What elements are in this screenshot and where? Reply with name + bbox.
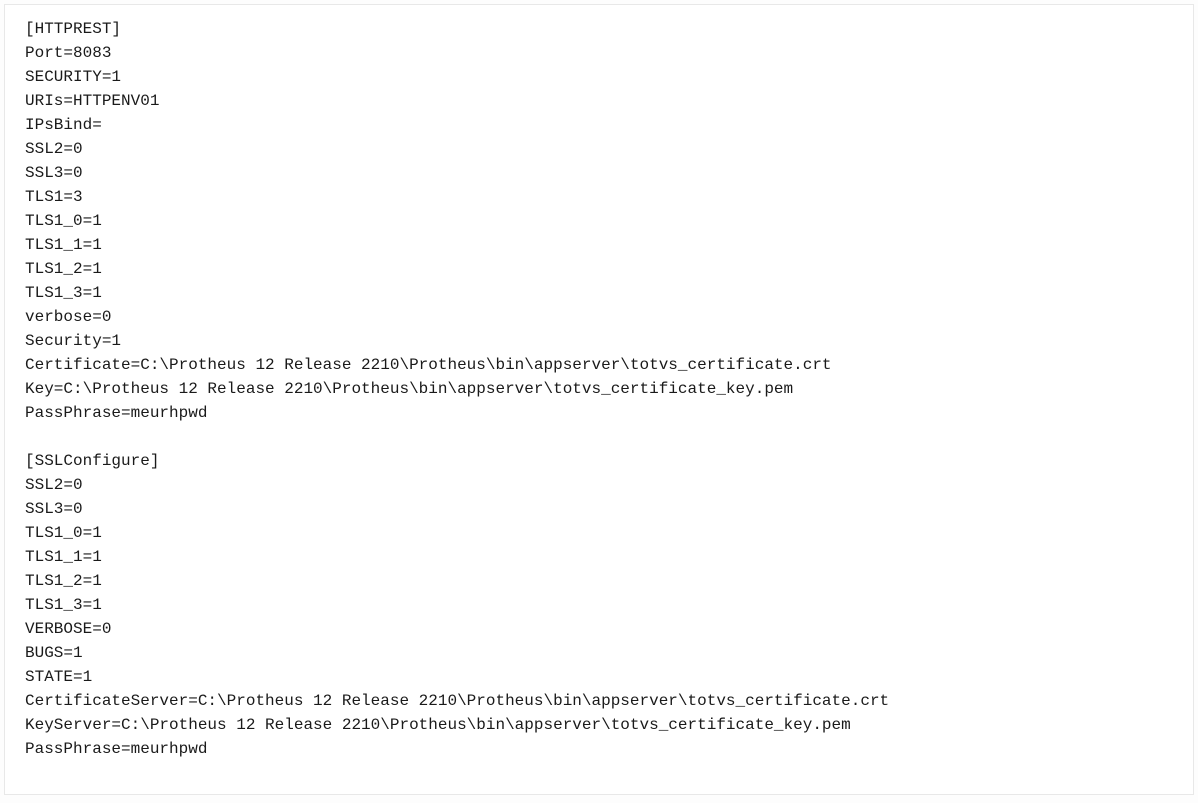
config-line: SSL2=0 xyxy=(25,473,1173,497)
config-line: TLS1=3 xyxy=(25,185,1173,209)
config-line: Key=C:\Protheus 12 Release 2210\Protheus… xyxy=(25,377,1173,401)
config-line: TLS1_2=1 xyxy=(25,569,1173,593)
config-line: SSL3=0 xyxy=(25,161,1173,185)
config-line: TLS1_1=1 xyxy=(25,545,1173,569)
config-line: SSL3=0 xyxy=(25,497,1173,521)
config-line: TLS1_0=1 xyxy=(25,521,1173,545)
config-line: SECURITY=1 xyxy=(25,65,1173,89)
config-line: TLS1_3=1 xyxy=(25,281,1173,305)
config-line: KeyServer=C:\Protheus 12 Release 2210\Pr… xyxy=(25,713,1173,737)
config-line: STATE=1 xyxy=(25,665,1173,689)
config-line: Security=1 xyxy=(25,329,1173,353)
config-line: Port=8083 xyxy=(25,41,1173,65)
config-line: TLS1_0=1 xyxy=(25,209,1173,233)
config-line: TLS1_3=1 xyxy=(25,593,1173,617)
config-line: VERBOSE=0 xyxy=(25,617,1173,641)
config-line: [SSLConfigure] xyxy=(25,449,1173,473)
config-line: URIs=HTTPENV01 xyxy=(25,89,1173,113)
config-line: SSL2=0 xyxy=(25,137,1173,161)
config-line: [HTTPREST] xyxy=(25,17,1173,41)
config-line: CertificateServer=C:\Protheus 12 Release… xyxy=(25,689,1173,713)
blank-line xyxy=(25,425,1173,449)
config-line: PassPhrase=meurhpwd xyxy=(25,401,1173,425)
config-line: Certificate=C:\Protheus 12 Release 2210\… xyxy=(25,353,1173,377)
config-line: PassPhrase=meurhpwd xyxy=(25,737,1173,761)
config-line: TLS1_2=1 xyxy=(25,257,1173,281)
config-line: IPsBind= xyxy=(25,113,1173,137)
config-line: BUGS=1 xyxy=(25,641,1173,665)
config-line: verbose=0 xyxy=(25,305,1173,329)
config-file-content: [HTTPREST] Port=8083 SECURITY=1 URIs=HTT… xyxy=(4,4,1194,795)
config-line: TLS1_1=1 xyxy=(25,233,1173,257)
